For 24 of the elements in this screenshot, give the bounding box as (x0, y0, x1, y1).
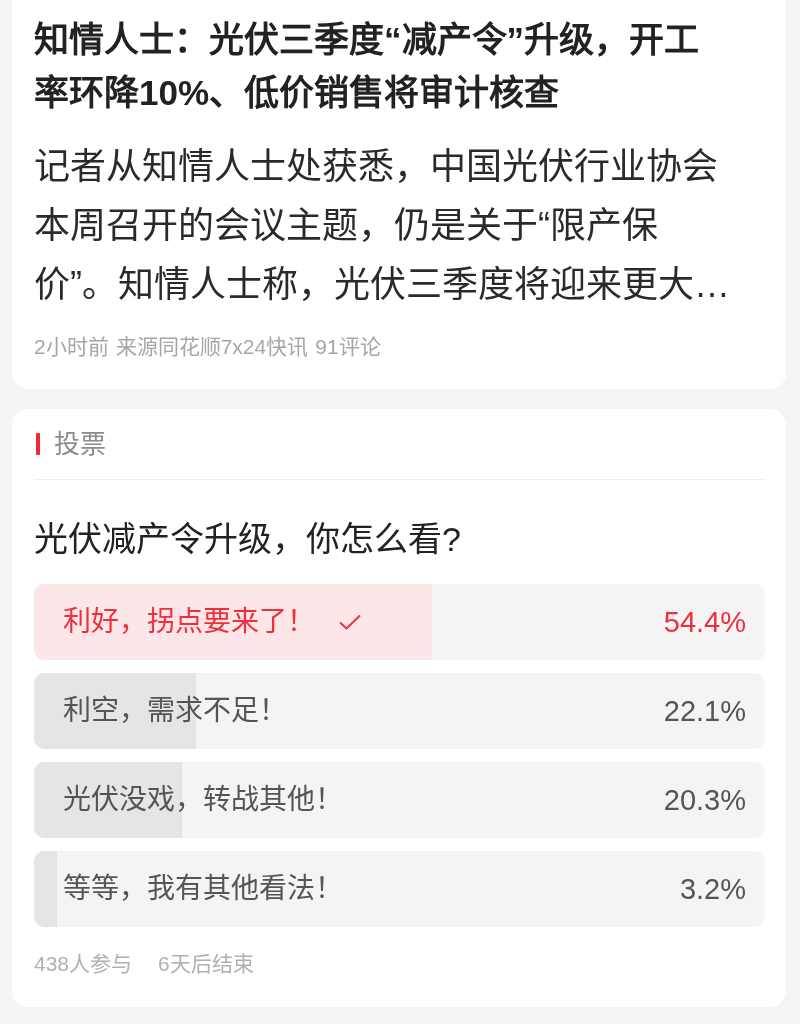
poll-option[interactable]: 利好，拐点要来了！ 54.4% (34, 584, 765, 660)
option-percent: 20.3% (663, 783, 746, 818)
source-label: 来源同花顺7x24快讯 (115, 334, 309, 360)
poll-option[interactable]: 光伏没戏，转战其他！ 20.3% (34, 762, 765, 838)
section-marker-icon (36, 433, 40, 455)
publish-time: 2小时前 (34, 334, 109, 360)
comment-count: 91评论 (315, 334, 381, 360)
poll-option[interactable]: 等等，我有其他看法！ 3.2% (34, 851, 765, 927)
option-label: 光伏没戏，转战其他！ (63, 783, 343, 817)
option-percent: 3.2% (679, 872, 746, 907)
section-label: 投票 (54, 428, 106, 461)
article-title: 知情人士：光伏三季度“减产令”升级，开工率环降10%、低价销售将审计核查 (34, 19, 700, 114)
article-card[interactable]: 知情人士：光伏三季度“减产令”升级，开工率环降10%、低价销售将审计核查 记者从知情人士处获悉，中国光伏行业协会本周召开的会议主题，仍是关于“限产保价”。知情人士称，光伏三季度将迎来更大… 2小时前 来源同花顺7x24快讯 91评论 (12, 0, 786, 389)
option-label: 等等，我有其他看法！ (63, 872, 343, 906)
poll-option[interactable]: 利空，需求不足！ 22.1% (34, 673, 765, 749)
checkmark-icon (339, 614, 361, 630)
option-percent: 54.4% (663, 605, 746, 640)
poll-deadline: 6天后结束 (158, 951, 254, 977)
article-summary: 记者从知情人士处获悉，中国光伏行业协会本周召开的会议主题，仍是关于“限产保价”。知情人士称，光伏三季度将迎来更大… (34, 145, 731, 307)
option-label: 利空，需求不足！ (63, 694, 287, 728)
participant-count: 438人参与 (34, 951, 133, 977)
option-percent: 22.1% (663, 694, 746, 729)
poll-question: 光伏减产令升级，你怎么看? (34, 519, 462, 560)
option-label: 利好，拐点要来了！ (63, 605, 315, 639)
